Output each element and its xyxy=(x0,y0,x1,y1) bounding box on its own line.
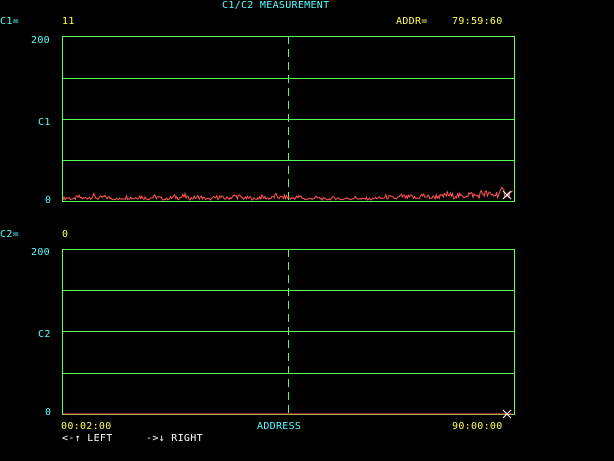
chart1-plot xyxy=(62,36,515,202)
plot-canvas xyxy=(62,36,515,419)
chart2-plot xyxy=(62,249,515,419)
